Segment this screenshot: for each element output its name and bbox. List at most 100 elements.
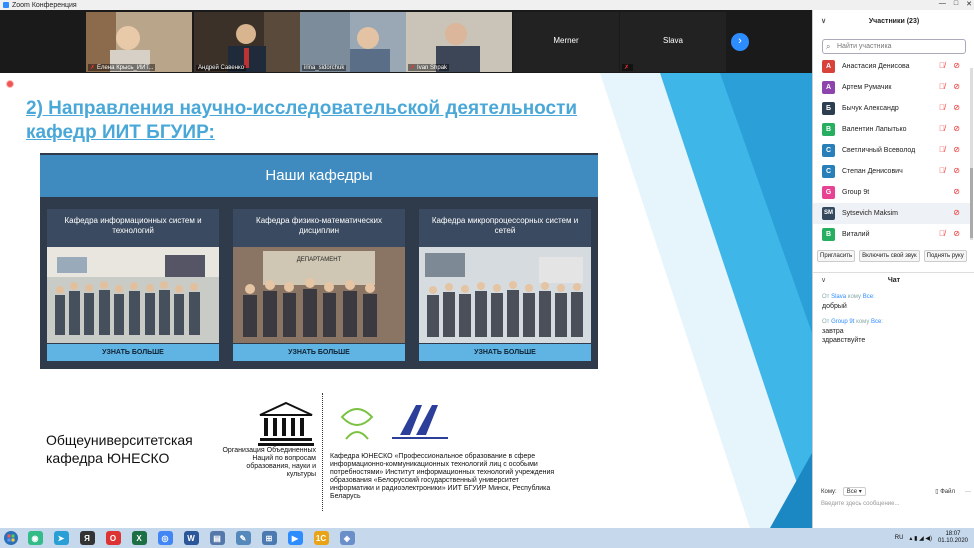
taskbar-app[interactable]: O bbox=[100, 528, 126, 548]
participant-video bbox=[406, 12, 512, 72]
taskbar-app[interactable]: ▶ bbox=[282, 528, 308, 548]
mic-camera-off-icon: 🎙̸ ⊘ bbox=[939, 229, 963, 238]
mic-camera-off-icon: 🎙̸ ⊘ bbox=[939, 166, 963, 175]
taskbar-app[interactable]: X bbox=[126, 528, 152, 548]
participant-video bbox=[194, 12, 300, 72]
learn-more-button[interactable]: УЗНАТЬ БОЛЬШЕ bbox=[47, 344, 219, 361]
chevron-right-icon[interactable]: › bbox=[731, 33, 749, 51]
search-icon: ⌕ bbox=[826, 42, 831, 51]
file-button[interactable]: ▯ Файл bbox=[935, 488, 955, 495]
unesco-logo bbox=[258, 401, 314, 446]
participant-name-label: Андрей Савенко bbox=[196, 65, 247, 71]
window-titlebar: Zoom Конференция — □ ✕ bbox=[0, 0, 974, 10]
participant-video bbox=[86, 12, 192, 72]
unesco-chair-description: Кафедра ЮНЕСКО «Профессиональное образов… bbox=[330, 453, 555, 500]
video-tile[interactable]: Slava ✗ bbox=[620, 12, 726, 72]
participant-row[interactable]: G Group 9t ⊘ bbox=[813, 182, 971, 203]
video-tile[interactable]: Андрей Савенко bbox=[194, 12, 300, 72]
participant-search-input[interactable]: ⌕ Найти участника bbox=[822, 39, 966, 54]
participant-row[interactable]: А Артем Румачик 🎙̸ ⊘ bbox=[813, 77, 971, 98]
avatar: Б bbox=[822, 102, 835, 115]
taskbar-app[interactable]: 1C bbox=[308, 528, 334, 548]
close-button[interactable]: ✕ bbox=[966, 0, 972, 8]
participant-row[interactable]: Б Бычук Александр 🎙̸ ⊘ bbox=[813, 98, 971, 119]
chat-input[interactable]: Введите здесь сообщение... bbox=[821, 501, 971, 507]
yandex-icon: Я bbox=[79, 531, 95, 545]
department-card: Кафедра микропроцессорных систем и сетей… bbox=[419, 209, 591, 365]
more-options-button[interactable]: ··· bbox=[965, 489, 971, 495]
taskbar: ◉ ➤ Я O X ◎ W ▤ ✎ ⊞ ▶ 1C ◈ RU ▴ ▮ ◢ ◀) 18:07 01.10.2… bbox=[0, 528, 974, 548]
mic-muted-icon: ✗ bbox=[622, 64, 634, 71]
unmute-self-button[interactable]: Включить свой звук bbox=[859, 250, 920, 262]
video-tile[interactable]: irina_sidorchuk bbox=[300, 12, 406, 72]
participant-name: Виталий bbox=[842, 231, 870, 238]
minimize-button[interactable]: — bbox=[939, 0, 946, 8]
chrome-icon: ◉ bbox=[27, 531, 43, 545]
recording-icon bbox=[6, 80, 14, 88]
slide-title: 2) Направления научно-исследовательской … bbox=[26, 98, 578, 143]
maximize-button[interactable]: □ bbox=[954, 0, 958, 8]
mic-camera-off-icon: 🎙̸ ⊘ bbox=[939, 61, 963, 70]
taskbar-app[interactable]: ➤ bbox=[48, 528, 74, 548]
participants-header[interactable]: ∨ Участники (23) bbox=[813, 10, 974, 32]
invite-button[interactable]: Пригласить bbox=[817, 250, 856, 262]
department-title: Кафедра информационных систем и технолог… bbox=[47, 209, 219, 247]
paint-icon: ◈ bbox=[339, 531, 355, 545]
participant-row[interactable]: SM Sytsevich Maksim ⊘ bbox=[813, 203, 971, 224]
windows-icon bbox=[4, 531, 18, 545]
participant-row[interactable]: В Виталий 🎙̸ ⊘ bbox=[813, 224, 971, 245]
participant-row[interactable]: С Степан Денисович 🎙̸ ⊘ bbox=[813, 161, 971, 182]
avatar: В bbox=[822, 123, 835, 136]
chat-message: От Slava кому Все: добрый bbox=[822, 293, 970, 311]
department-photo: ДЕПАРТАМЕНТ bbox=[233, 247, 405, 343]
participant-name: Валентин Лапытько bbox=[842, 126, 907, 133]
participant-name: Артем Румачик bbox=[842, 84, 892, 91]
telegram-icon: ➤ bbox=[53, 531, 69, 545]
chat-header[interactable]: ∨ Чат bbox=[813, 272, 974, 288]
excel-icon: X bbox=[131, 531, 147, 545]
taskbar-app[interactable]: ⊞ bbox=[256, 528, 282, 548]
participant-row[interactable]: С Светличный Всеволод 🎙̸ ⊘ bbox=[813, 140, 971, 161]
video-tile[interactable]: ✗ Ivan Shpak bbox=[406, 12, 512, 72]
zoom-app-icon bbox=[3, 2, 9, 8]
participant-name: Group 9t bbox=[842, 189, 870, 196]
video-tile[interactable]: ✗ Елена Крысь_ИИТ... bbox=[86, 12, 192, 72]
participant-row[interactable]: А Анастасия Денисова 🎙̸ ⊘ bbox=[813, 56, 971, 77]
chevron-down-icon[interactable]: ∨ bbox=[821, 17, 826, 25]
participants-scrollbar[interactable] bbox=[970, 68, 973, 240]
divider bbox=[322, 393, 323, 511]
start-button[interactable] bbox=[0, 528, 22, 548]
unitwin-logo bbox=[340, 408, 374, 440]
video-tile[interactable]: Merner bbox=[513, 12, 619, 72]
taskbar-app[interactable]: ◈ bbox=[334, 528, 360, 548]
notes-icon: ✎ bbox=[235, 531, 251, 545]
camera-off-icon: ⊘ bbox=[953, 208, 963, 217]
chat-message-text: добрый bbox=[822, 303, 847, 310]
mic-muted-icon: ✗ bbox=[410, 65, 416, 71]
tray-icons[interactable]: ▴ ▮ ◢ ◀) bbox=[909, 535, 932, 542]
chevron-down-icon[interactable]: ∨ bbox=[821, 273, 826, 289]
taskbar-app[interactable]: ◉ bbox=[22, 528, 48, 548]
recipient-select[interactable]: Все ▾ bbox=[842, 487, 866, 496]
taskbar-app[interactable]: ▤ bbox=[204, 528, 230, 548]
learn-more-button[interactable]: УЗНАТЬ БОЛЬШЕ bbox=[233, 344, 405, 361]
taskbar-app[interactable]: ◎ bbox=[152, 528, 178, 548]
taskbar-app[interactable]: W bbox=[178, 528, 204, 548]
learn-more-button[interactable]: УЗНАТЬ БОЛЬШЕ bbox=[419, 344, 591, 361]
participant-name: Бычук Александр bbox=[842, 105, 899, 112]
participant-row[interactable]: В Валентин Лапытько 🎙̸ ⊘ bbox=[813, 119, 971, 140]
raise-hand-button[interactable]: Поднять руку bbox=[923, 250, 967, 262]
taskbar-app[interactable]: ✎ bbox=[230, 528, 256, 548]
avatar: G bbox=[822, 186, 835, 199]
word-icon: W bbox=[183, 531, 199, 545]
window-title: Zoom Конференция bbox=[12, 1, 77, 9]
clock[interactable]: 18:07 01.10.2020 bbox=[938, 531, 968, 545]
taskbar-app[interactable]: Я bbox=[74, 528, 100, 548]
language-indicator[interactable]: RU bbox=[895, 535, 904, 541]
mic-camera-off-icon: 🎙̸ ⊘ bbox=[939, 82, 963, 91]
network-icon: ⊞ bbox=[261, 531, 277, 545]
photo-sign-text: ДЕПАРТАМЕНТ bbox=[297, 257, 342, 263]
iit-logo bbox=[392, 405, 448, 439]
zoom-icon: ▶ bbox=[287, 531, 303, 545]
avatar: А bbox=[822, 81, 835, 94]
